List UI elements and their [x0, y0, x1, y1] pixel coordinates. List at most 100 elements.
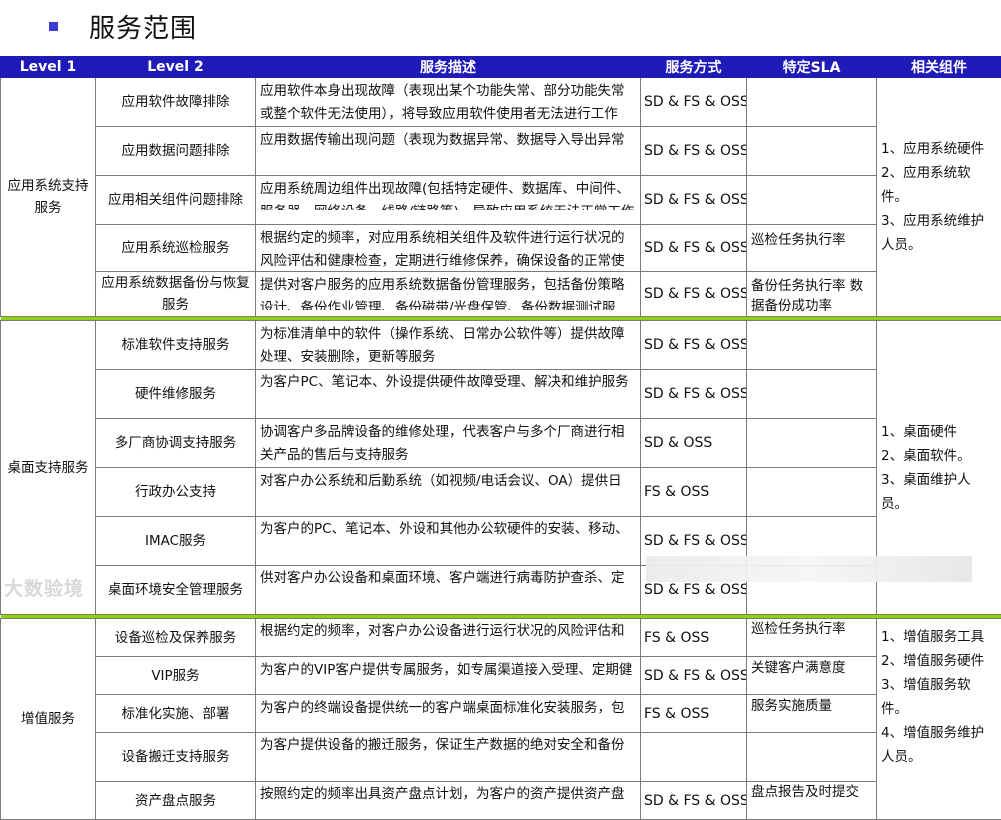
- row-mode: SD & FS & OSS: [641, 225, 747, 272]
- component-item: 1、增值服务工具: [881, 625, 997, 649]
- row-mode: SD & FS & OSS: [641, 370, 747, 419]
- component-item: 1、应用系统硬件: [881, 137, 997, 161]
- row-description: 为客户的终端设备提供统一的客户端桌面标准化安装服务，包: [256, 695, 641, 733]
- row-sla: 巡检任务执行率: [747, 225, 877, 272]
- component-item: 4、增值服务维护人员。: [881, 721, 997, 769]
- service-scope-table: Level 1 Level 2 服务描述 服务方式 特定SLA 相关组件 应用系…: [0, 56, 1001, 820]
- row-description: 应用系统周边组件出现故障(包括特定硬件、数据库、中间件、服务器、网络设备、线路/…: [256, 176, 641, 225]
- row-description: 根据约定的频率，对应用系统相关组件及软件进行运行状况的风险评估和健康检查，定期进…: [256, 225, 641, 272]
- row-sla: [747, 321, 877, 370]
- row-sla: [747, 127, 877, 176]
- table-row: 硬件维修服务 为客户PC、笔记本、外设提供硬件故障受理、解决和维护服务 SD &…: [1, 370, 1001, 419]
- row-sla: 盘点报告及时提交: [747, 782, 877, 820]
- table-row: 资产盘点服务 按照约定的频率出具资产盘点计划，为客户的资产提供资产盘 SD & …: [1, 782, 1001, 820]
- component-item: 1、桌面硬件: [881, 420, 997, 444]
- table-row: 应用数据问题排除 应用数据传输出现问题（表现为数据异常、数据导入导出异常 SD …: [1, 127, 1001, 176]
- table-row: 桌面支持服务 标准软件支持服务 为标准清单中的软件（操作系统、日常办公软件等）提…: [1, 321, 1001, 370]
- row-sla: 备份任务执行率 数据备份成功率: [747, 272, 877, 317]
- row-level2: 硬件维修服务: [96, 370, 256, 419]
- row-sla: [747, 78, 877, 127]
- row-sla: [747, 370, 877, 419]
- row-mode: FS & OSS: [641, 619, 747, 657]
- row-description: 为客户PC、笔记本、外设提供硬件故障受理、解决和维护服务: [256, 370, 641, 419]
- page-title: 服务范围: [89, 8, 197, 45]
- row-level2: 标准化实施、部署: [96, 695, 256, 733]
- row-level2: 标准软件支持服务: [96, 321, 256, 370]
- row-sla: [747, 419, 877, 468]
- row-description: 供对客户办公设备和桌面环境、客户端进行病毒防护查杀、定: [256, 566, 641, 615]
- header-components: 相关组件: [877, 57, 1001, 78]
- row-mode: SD & FS & OSS: [641, 127, 747, 176]
- row-level2: 应用系统数据备份与恢复服务: [96, 272, 256, 317]
- watermark: 大数验境: [4, 574, 84, 601]
- row-mode: FS & OSS: [641, 468, 747, 517]
- row-description: 协调客户多品牌设备的维修处理，代表客户与多个厂商进行相关产品的售后与支持服务: [256, 419, 641, 468]
- row-level2: 资产盘点服务: [96, 782, 256, 820]
- row-level2: 设备搬迁支持服务: [96, 733, 256, 782]
- bullet-icon: [49, 22, 58, 31]
- row-mode: SD & FS & OSS: [641, 782, 747, 820]
- row-mode: SD & FS & OSS: [641, 78, 747, 127]
- component-item: 2、应用系统软件。: [881, 161, 997, 209]
- section-components: 1、增值服务工具 2、增值服务硬件 3、增值服务软件。 4、增值服务维护人员。: [877, 619, 1001, 820]
- row-level2: 应用系统巡检服务: [96, 225, 256, 272]
- row-level2: IMAC服务: [96, 517, 256, 566]
- table-row: 应用系统数据备份与恢复服务 提供对客户服务的应用系统数据备份管理服务，包括备份策…: [1, 272, 1001, 317]
- row-description: 对客户办公系统和后勤系统（如视频/电话会议、OA）提供日: [256, 468, 641, 517]
- header-level1: Level 1: [1, 57, 96, 78]
- row-mode: SD & OSS: [641, 419, 747, 468]
- component-item: 3、应用系统维护人员。: [881, 209, 997, 257]
- row-description: 按照约定的频率出具资产盘点计划，为客户的资产提供资产盘: [256, 782, 641, 820]
- table-row: 多厂商协调支持服务 协调客户多品牌设备的维修处理，代表客户与多个厂商进行相关产品…: [1, 419, 1001, 468]
- row-sla: [747, 468, 877, 517]
- title-row: 服务范围: [0, 0, 1001, 56]
- row-level2: 桌面环境安全管理服务: [96, 566, 256, 615]
- table-row: 设备搬迁支持服务 为客户提供设备的搬迁服务，保证生产数据的绝对安全和备份: [1, 733, 1001, 782]
- row-mode: SD & FS & OSS: [641, 321, 747, 370]
- row-mode: SD & FS & OSS: [641, 657, 747, 695]
- table-row: 行政办公支持 对客户办公系统和后勤系统（如视频/电话会议、OA）提供日 FS &…: [1, 468, 1001, 517]
- section-level1: 桌面支持服务: [1, 321, 96, 615]
- row-description: 应用数据传输出现问题（表现为数据异常、数据导入导出异常: [256, 127, 641, 176]
- header-level2: Level 2: [96, 57, 256, 78]
- row-sla: [747, 733, 877, 782]
- row-description: 根据约定的频率，对客户办公设备进行运行状况的风险评估和: [256, 619, 641, 657]
- row-level2: 多厂商协调支持服务: [96, 419, 256, 468]
- row-description: 为客户的VIP客户提供专属服务，如专属渠道接入受理、定期健: [256, 657, 641, 695]
- table-row: VIP服务 为客户的VIP客户提供专属服务，如专属渠道接入受理、定期健 SD &…: [1, 657, 1001, 695]
- row-description: 为客户的PC、笔记本、外设和其他办公软硬件的安装、移动、: [256, 517, 641, 566]
- table-header-row: Level 1 Level 2 服务描述 服务方式 特定SLA 相关组件: [1, 57, 1001, 78]
- row-description: 为客户提供设备的搬迁服务，保证生产数据的绝对安全和备份: [256, 733, 641, 782]
- row-level2: 应用软件故障排除: [96, 78, 256, 127]
- blurred-overlay: [646, 556, 972, 582]
- row-description: 为标准清单中的软件（操作系统、日常办公软件等）提供故障处理、安装删除，更新等服务: [256, 321, 641, 370]
- row-level2: VIP服务: [96, 657, 256, 695]
- table-row: 应用系统巡检服务 根据约定的频率，对应用系统相关组件及软件进行运行状况的风险评估…: [1, 225, 1001, 272]
- row-level2: 行政办公支持: [96, 468, 256, 517]
- row-sla: [747, 176, 877, 225]
- component-item: 3、增值服务软件。: [881, 673, 997, 721]
- table-row: 应用系统支持服务 应用软件故障排除 应用软件本身出现故障（表现出某个功能失常、部…: [1, 78, 1001, 127]
- row-mode: [641, 733, 747, 782]
- section-level1: 增值服务: [1, 619, 96, 820]
- row-sla: 关键客户满意度: [747, 657, 877, 695]
- section-components: 1、应用系统硬件 2、应用系统软件。 3、应用系统维护人员。: [877, 78, 1001, 317]
- component-item: 2、增值服务硬件: [881, 649, 997, 673]
- table-row: 增值服务 设备巡检及保养服务 根据约定的频率，对客户办公设备进行运行状况的风险评…: [1, 619, 1001, 657]
- header-sla: 特定SLA: [747, 57, 877, 78]
- section-level1: 应用系统支持服务: [1, 78, 96, 317]
- header-description: 服务描述: [256, 57, 641, 78]
- row-level2: 设备巡检及保养服务: [96, 619, 256, 657]
- row-level2: 应用数据问题排除: [96, 127, 256, 176]
- header-mode: 服务方式: [641, 57, 747, 78]
- row-sla: 服务实施质量: [747, 695, 877, 733]
- row-description: 提供对客户服务的应用系统数据备份管理服务，包括备份策略设计、备份作业管理、备份磁…: [256, 272, 641, 317]
- table-row: 标准化实施、部署 为客户的终端设备提供统一的客户端桌面标准化安装服务，包 FS …: [1, 695, 1001, 733]
- row-description: 应用软件本身出现故障（表现出某个功能失常、部分功能失常或整个软件无法使用），将导…: [256, 78, 641, 127]
- row-level2: 应用相关组件问题排除: [96, 176, 256, 225]
- component-item: 2、桌面软件。: [881, 444, 997, 468]
- row-mode: SD & FS & OSS: [641, 272, 747, 317]
- row-mode: SD & FS & OSS: [641, 176, 747, 225]
- row-sla: 巡检任务执行率: [747, 619, 877, 657]
- row-mode: FS & OSS: [641, 695, 747, 733]
